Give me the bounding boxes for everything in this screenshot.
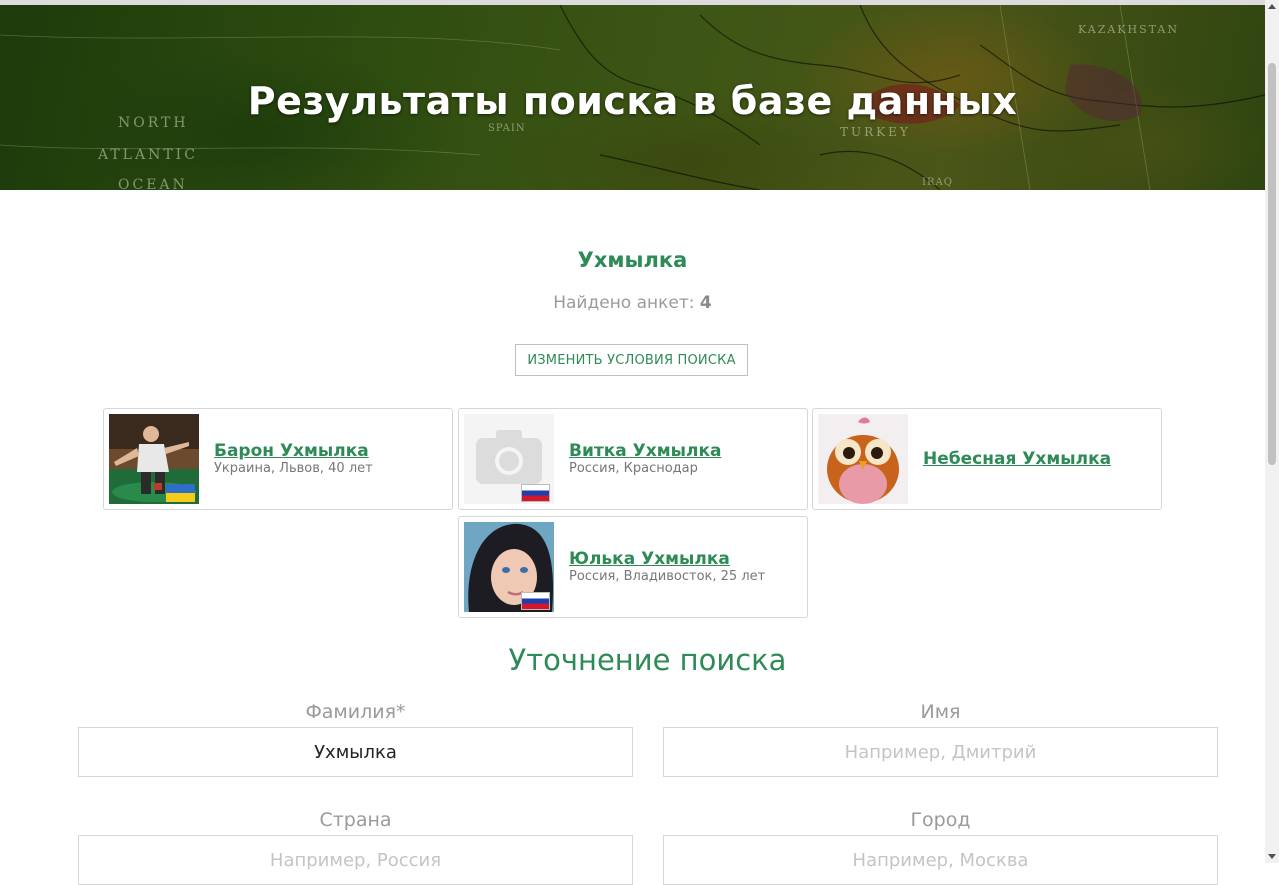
- name-input[interactable]: [663, 727, 1218, 777]
- name-label: Имя: [920, 701, 961, 723]
- change-search-button[interactable]: ИЗМЕНИТЬ УСЛОВИЯ ПОИСКА: [515, 344, 748, 376]
- result-details: Украина, Львов, 40 лет: [214, 461, 373, 476]
- map-label-ocean: OCEAN: [118, 177, 188, 190]
- map-label-spain: SPAIN: [488, 123, 526, 134]
- country-label: Страна: [319, 809, 392, 831]
- surname-label: Фамилия*: [305, 701, 406, 723]
- russia-flag-icon: [521, 484, 550, 502]
- scrollbar-thumb[interactable]: [1268, 63, 1276, 465]
- found-count: 4: [699, 293, 712, 313]
- profile-photo[interactable]: [464, 522, 554, 612]
- ukraine-flag-icon: [166, 484, 195, 502]
- result-name-link[interactable]: Небесная Ухмылка: [923, 449, 1111, 469]
- russia-flag-icon: [521, 592, 550, 610]
- result-card[interactable]: Барон Ухмылка Украина, Львов, 40 лет: [103, 408, 453, 510]
- scroll-down-arrow-icon[interactable]: [1268, 854, 1276, 859]
- profile-photo[interactable]: [109, 414, 199, 504]
- map-label-turkey: TURKEY: [840, 125, 911, 139]
- result-name-link[interactable]: Барон Ухмылка: [214, 441, 369, 461]
- refine-search-heading: Уточнение поиска: [508, 643, 787, 677]
- found-count-text: Найдено анкет: 4: [0, 293, 1265, 313]
- scroll-up-arrow-icon[interactable]: [1268, 4, 1276, 9]
- vertical-scrollbar[interactable]: [1265, 0, 1279, 863]
- map-label-atlantic: ATLANTIC: [98, 147, 198, 163]
- result-name-link[interactable]: Юлька Ухмылка: [569, 549, 730, 569]
- city-input[interactable]: [663, 835, 1218, 885]
- map-label-iraq: IRAQ: [922, 177, 953, 188]
- city-label: Город: [910, 809, 971, 831]
- profile-photo[interactable]: [464, 414, 554, 504]
- profile-photo[interactable]: [818, 414, 908, 504]
- surname-input[interactable]: [78, 727, 633, 777]
- result-card[interactable]: Витка Ухмылка Россия, Краснодар: [458, 408, 808, 510]
- found-label: Найдено анкет:: [553, 293, 695, 313]
- search-query-heading: Ухмылка: [577, 248, 688, 272]
- result-details: Россия, Владивосток, 25 лет: [569, 569, 766, 584]
- result-name-link[interactable]: Витка Ухмылка: [569, 441, 721, 461]
- result-card[interactable]: Небесная Ухмылка: [812, 408, 1162, 510]
- result-details: Россия, Краснодар: [569, 461, 698, 476]
- country-input[interactable]: [78, 835, 633, 885]
- page-title: Результаты поиска в базе данных: [247, 79, 1018, 123]
- result-card[interactable]: Юлька Ухмылка Россия, Владивосток, 25 ле…: [458, 516, 808, 618]
- map-label-kazakhstan: KAZAKHSTAN: [1078, 23, 1179, 36]
- hero-banner: NORTH ATLANTIC OCEAN SPAIN TURKEY IRAQ K…: [0, 5, 1265, 190]
- owl-avatar-image: [818, 414, 908, 504]
